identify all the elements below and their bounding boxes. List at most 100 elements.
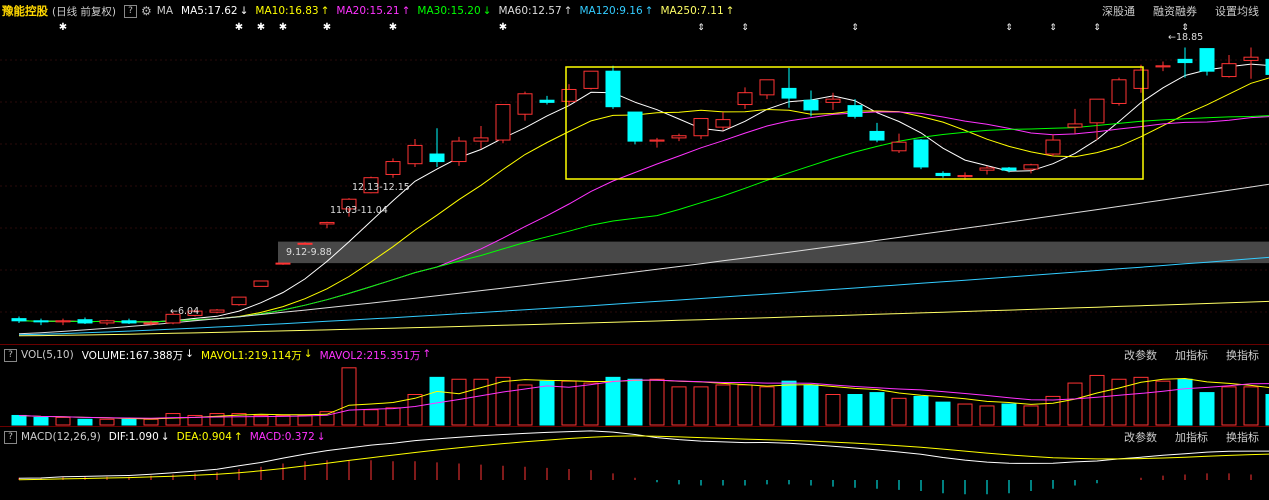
volume-bar-down: [77, 418, 93, 426]
macd-indicator-0: DIF:1.090: [108, 431, 159, 443]
candle-up: [891, 141, 907, 152]
ma-indicator-5: MA120:9.16: [579, 5, 643, 17]
candle-up: [561, 88, 577, 102]
macd-add-indicator-button[interactable]: 加指标: [1175, 429, 1208, 445]
candle-down: [781, 87, 797, 99]
ma-indicators: MA5:17.62 ↓ MA10:16.83 ↑ MA20:15.21 ↑ MA30:15.…: [181, 5, 741, 17]
macd-indicator-arrow-1: ↑: [233, 431, 243, 443]
volume-bar-up: [99, 418, 115, 426]
event-marker-asterisk: ✱: [235, 22, 243, 33]
candle-down: [869, 130, 885, 141]
candle-up: [1221, 63, 1237, 78]
event-marker-arrow: ⇕: [851, 23, 859, 33]
volume-buttons: 改参数 加指标 换指标: [1110, 344, 1263, 366]
candle-down: [1199, 48, 1215, 72]
volume-bar-up: [1243, 386, 1259, 426]
candle-up: [1243, 56, 1259, 61]
volume-bar-up: [1045, 395, 1061, 426]
event-marker-arrow: ⇕: [1005, 23, 1013, 33]
candle-down: [33, 320, 49, 323]
gear-icon[interactable]: ⚙: [141, 4, 152, 18]
ma120-line: [18, 256, 1269, 336]
event-marker-asterisk: ✱: [257, 22, 265, 33]
candle-up: [693, 118, 709, 137]
volume-bar-up: [693, 386, 709, 426]
ma-indicator-arrow-1: ↑: [320, 5, 330, 17]
button-margin-trading[interactable]: 融资融券: [1153, 3, 1197, 19]
button-hk-connect[interactable]: 深股通: [1102, 3, 1135, 19]
volume-bar-up: [1023, 405, 1039, 426]
stock-name: 豫能控股: [2, 4, 48, 18]
volume-bar-down: [935, 401, 951, 426]
candle-down: [913, 139, 929, 168]
period-label: (日线 前复权): [52, 5, 117, 18]
candle-down: [803, 99, 819, 111]
candle-down: [847, 105, 863, 117]
macd-title: MACD(12,26,9): [21, 431, 101, 443]
candle-up: [385, 161, 401, 175]
candle-up: [715, 119, 731, 128]
event-marker-arrow: ⇕: [1181, 23, 1189, 33]
volume-bar-up: [1067, 382, 1083, 426]
volume-help-icon[interactable]: ?: [4, 348, 17, 362]
ma-indicator-arrow-6: ↑: [725, 5, 735, 17]
volume-bar-up: [341, 367, 357, 426]
ma-indicator-arrow-0: ↓: [239, 5, 249, 17]
button-set-ma[interactable]: 设置均线: [1215, 3, 1259, 19]
volume-bar-up: [979, 405, 995, 426]
macd-help-icon[interactable]: ?: [4, 430, 17, 444]
volume-bar-up: [451, 378, 467, 426]
candle-up: [143, 322, 159, 325]
candle-down: [11, 318, 27, 322]
volume-bar-down: [913, 395, 929, 426]
event-marker-arrow: ⇕: [1093, 23, 1101, 33]
volume-bar-up: [957, 403, 973, 426]
candle-down: [429, 153, 445, 163]
candle-up: [451, 140, 467, 163]
main-chart-header: 豫能控股 (日线 前复权) ? ⚙ MA MA5:17.62 ↓ MA10:16.8…: [0, 0, 1269, 22]
candle-up: [649, 139, 665, 142]
volume-bar-up: [1111, 378, 1127, 426]
candle-up: [979, 167, 995, 171]
macd-indicator-1: DEA:0.904: [176, 431, 232, 443]
candle-up: [671, 135, 687, 139]
volume-bar-up: [209, 413, 225, 426]
volume-indicator-0: VOLUME:167.388万: [81, 349, 184, 362]
ma-indicator-4: MA60:12.57: [498, 5, 562, 17]
candle-up: [1133, 69, 1149, 89]
candle-up: [209, 309, 225, 313]
volume-bar-down: [869, 392, 885, 426]
macd-panel-header: ? MACD(12,26,9) DIF:1.090 ↓ DEA:0.904 ↑ MACD…: [0, 426, 1269, 448]
candle-up: [517, 93, 533, 115]
ma-indicator-2: MA20:15.21: [336, 5, 400, 17]
candle-up: [253, 280, 269, 287]
volume-bar-up: [825, 394, 841, 426]
macd-buttons: 改参数 加指标 换指标: [1110, 426, 1263, 448]
kline-chart: ←6.04 9.12-9.88 11.03-11.04 12.13-12.15 ←18.…: [0, 22, 1269, 495]
event-marker-asterisk: ✱: [279, 22, 287, 33]
candle-up: [1045, 139, 1061, 155]
volume-panel-header: ? VOL(5,10) VOLUME:167.388万 ↓ MAVOL1:219.1…: [0, 344, 1269, 366]
event-marker-asterisk: ✱: [499, 22, 507, 33]
candle-up: [275, 262, 291, 265]
volume-bar-down: [1199, 392, 1215, 426]
macd-switch-indicator-button[interactable]: 换指标: [1226, 429, 1259, 445]
candle-down: [605, 70, 621, 108]
event-marker-asterisk: ✱: [389, 22, 397, 33]
volume-add-indicator-button[interactable]: 加指标: [1175, 347, 1208, 363]
volume-bar-down: [11, 414, 27, 426]
header-buttons: 深股通 融资融券 设置均线: [1088, 0, 1263, 22]
help-icon[interactable]: ?: [124, 4, 138, 18]
volume-switch-indicator-button[interactable]: 换指标: [1226, 347, 1259, 363]
candle-up: [1111, 79, 1127, 104]
candle-down: [121, 320, 137, 324]
volume-bar-up: [495, 376, 511, 426]
volume-indicators: VOLUME:167.388万 ↓ MAVOL1:219.114万 ↓ MAVOL2:2…: [82, 348, 439, 363]
candle-up: [1023, 164, 1039, 170]
macd-edit-params-button[interactable]: 改参数: [1124, 429, 1157, 445]
low-price-label: ←6.04: [170, 306, 199, 317]
candle-up: [957, 175, 973, 178]
ma-indicator-3: MA30:15.20: [417, 5, 481, 17]
volume-edit-params-button[interactable]: 改参数: [1124, 347, 1157, 363]
range-label-2: 11.03-11.04: [330, 205, 388, 216]
